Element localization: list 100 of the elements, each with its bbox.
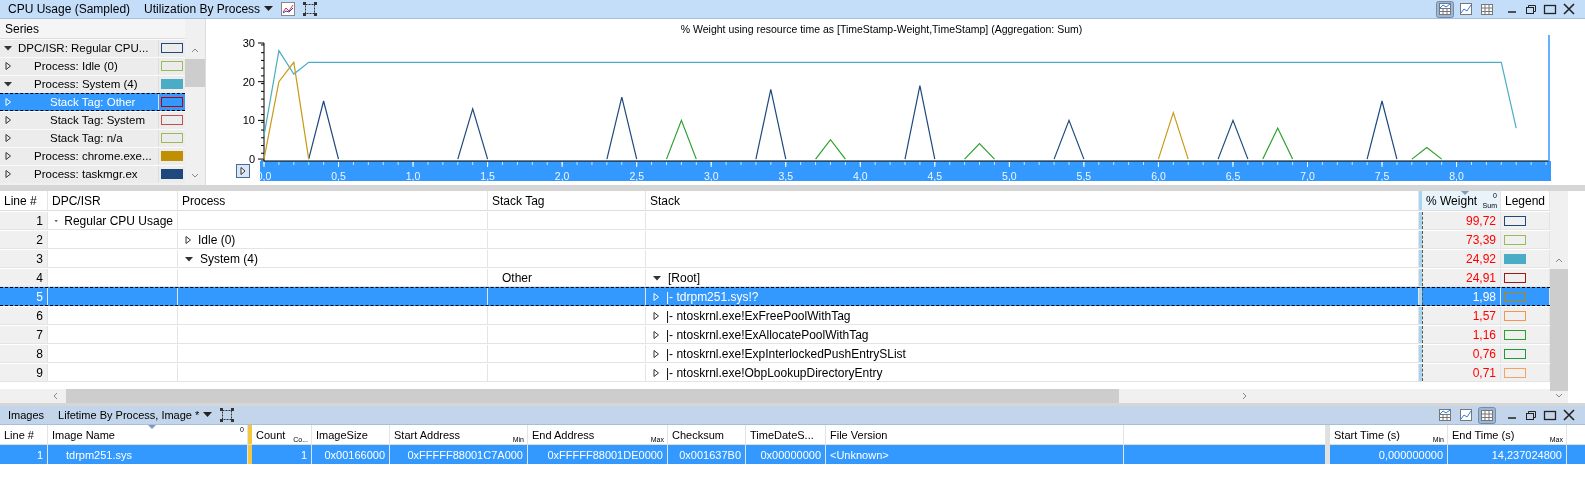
close-icon[interactable] [1561,408,1577,422]
column-header[interactable]: Process [182,193,226,208]
selection-box-icon[interactable] [220,408,235,422]
caret-down-icon[interactable] [184,254,194,263]
x-tick-label: 3,0 [703,170,719,182]
scrollbar-thumb[interactable] [1550,269,1568,391]
column-header[interactable]: Stack [650,193,680,208]
cell-text: Other [502,270,532,285]
caret-down-icon[interactable] [3,44,13,52]
close-icon[interactable] [1561,2,1577,16]
selection-box-icon[interactable] [303,2,318,16]
cell-text: Regular CPU Usage [64,213,173,228]
weight-value: 24,92 [1465,251,1496,266]
column-header[interactable]: Image Name [52,428,115,441]
series-name: Process: chrome.exe... [33,150,153,162]
weight-value: 24,91 [1465,270,1496,285]
cell-text: 0x001637B0 [679,448,741,461]
caret-right-icon[interactable] [4,133,12,143]
y-tick-label: 0 [248,153,255,166]
graph-table-view-icon[interactable] [1436,0,1454,18]
column-header[interactable]: Stack Tag [492,193,545,208]
maximize-icon[interactable] [1542,408,1558,422]
line-number: 2 [36,232,43,247]
vertical-scrollbar[interactable] [1550,191,1568,403]
column-header[interactable]: % Weight [1426,193,1478,208]
caret-down-icon[interactable] [652,273,662,282]
table-row[interactable]: 4 Other [Root] 24,91 [0,268,1550,287]
series-name: Process: System (4) [33,78,139,90]
x-tick-label: 1,0 [405,170,421,182]
graph-table-view-icon[interactable] [1436,406,1454,424]
column-header[interactable]: Start Time (s) [1334,428,1400,441]
table-row[interactable]: 6 |- ntoskrnl.exe!ExFreePoolWithTag 1,57 [0,306,1550,325]
table-view-icon[interactable] [1478,406,1496,424]
series-row[interactable]: Process: System (4) [0,75,185,93]
restore-icon[interactable] [1523,408,1539,422]
series-row[interactable]: Process: taskmgr.ex [0,165,185,183]
cell-text: |- ntoskrnl.exe!ExFreePoolWithTag [666,308,851,323]
column-header[interactable]: ImageSize [316,428,368,441]
column-header[interactable]: Count [256,428,286,441]
series-row[interactable]: Process: chrome.exe... [0,147,185,165]
series-row[interactable]: Process: Idle (0) [0,57,185,75]
cell-text: <Unknown> [830,448,889,461]
caret-right-icon[interactable] [652,310,660,321]
table-row[interactable]: 2 Idle (0) 73,39 [0,230,1550,249]
caret-right-icon[interactable] [4,61,12,71]
weight-value: 73,39 [1465,232,1496,247]
y-tick-label: 20 [242,75,255,88]
column-header[interactable]: End Time (s) [1452,428,1515,441]
scrollbar-thumb[interactable] [66,389,1119,403]
column-header[interactable]: DPC/ISR [52,193,101,208]
x-tick-label: 8,0 [1449,170,1464,182]
x-tick-label: 3,5 [778,170,794,182]
caret-right-icon[interactable] [652,348,660,359]
restore-icon[interactable] [1523,2,1539,16]
x-tick-label: 4,0 [853,170,868,182]
column-header[interactable]: Checksum [672,428,724,441]
caret-right-icon[interactable] [4,169,12,179]
line-number: 7 [36,327,43,342]
line-number: 3 [36,251,43,266]
caret-right-icon[interactable] [652,329,660,340]
column-header[interactable]: TimeDateS... [750,428,814,441]
column-header[interactable]: File Version [830,428,888,441]
caret-right-icon[interactable] [4,115,12,125]
caret-right-icon[interactable] [4,151,12,161]
cell-text: 0xFFFFF88001C7A000 [407,448,523,461]
weight-value: 99,72 [1465,213,1496,228]
graph-view-icon[interactable] [1457,406,1475,424]
scrollbar-thumb[interactable] [185,59,205,87]
graph-view-icon[interactable] [1457,0,1475,18]
preset-dropdown[interactable]: Utilization By Process [144,2,274,16]
series-name: DPC/ISR: Regular CPU... [17,42,150,54]
table-row[interactable]: 7 |- ntoskrnl.exe!ExAllocatePoolWithTag 1,16 [0,325,1550,344]
column-header[interactable]: End Address [532,428,595,441]
column-header[interactable]: Legend [1505,193,1546,208]
panel-title: CPU Usage (Sampled) [8,2,131,16]
preset-dropdown[interactable]: Lifetime By Process, Image * [58,409,213,421]
column-header[interactable]: Line # [4,428,34,441]
horizontal-scrollbar[interactable] [0,389,1550,403]
line-number: 1 [36,213,43,228]
cell-text: 0x00166000 [324,448,385,461]
series-name: Stack Tag: System [49,114,147,126]
table-row[interactable]: 3 System (4) 24,92 [0,249,1550,268]
caret-down-icon[interactable] [3,80,13,88]
table-row[interactable]: 8 |- ntoskrnl.exe!ExpInterlockedPushEntrySList 0,76 [0,344,1550,363]
table-row[interactable]: 9 |- ntoskrnl.exe!ObpLookupDirectoryEntry 0,71 [0,363,1550,382]
series-row[interactable]: DPC/ISR: Regular CPU... [0,39,185,57]
column-header[interactable]: Line # [4,193,37,208]
cell-text: |- ntoskrnl.exe!ExpInterlockedPushEntrySList [666,346,906,361]
caret-right-icon[interactable] [184,234,192,245]
caret-right-icon[interactable] [652,367,660,378]
maximize-icon[interactable] [1542,2,1558,16]
column-header[interactable]: Start Address [394,428,461,441]
table-row[interactable]: 1 Regular CPU Usage 99,72 [0,211,1550,230]
series-row[interactable]: Stack Tag: System [0,111,185,129]
chart-icon[interactable] [281,2,296,16]
series-row[interactable]: Stack Tag: n/a [0,129,185,147]
cell-text: 14,237024800 [1491,448,1562,461]
chart-title: % Weight using resource time as [TimeStamp-Weight,TimeStamp] (Aggregation: Sum) [680,23,1083,35]
x-tick-label: 5,5 [1076,170,1092,182]
cell-text: 1 [300,448,307,461]
